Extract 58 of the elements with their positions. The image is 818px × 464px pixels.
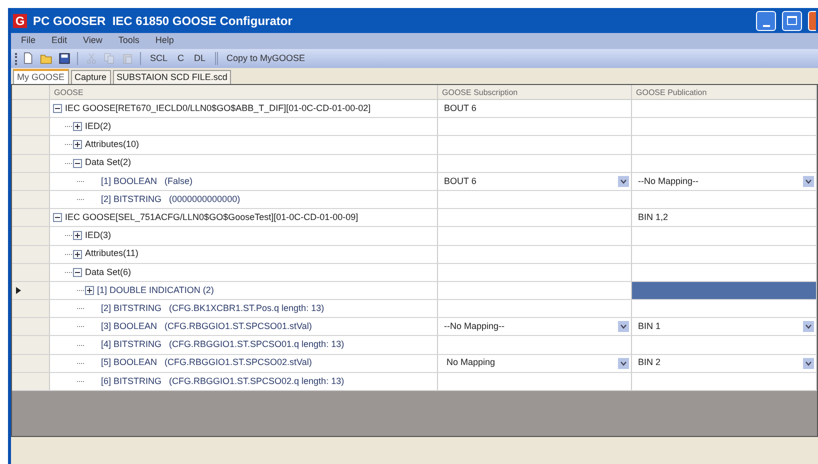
tab[interactable]: SUBSTAION SCD FILE.scd xyxy=(112,70,232,84)
tab[interactable]: My GOOSE xyxy=(13,69,69,84)
minimize-button[interactable] xyxy=(756,10,776,30)
row-header[interactable] xyxy=(12,282,50,300)
save-button[interactable] xyxy=(57,52,71,66)
tab[interactable]: Capture xyxy=(70,70,111,84)
tree-item[interactable]: [6] BITSTRING (CFG.RBGGIO1.ST.SPCSO02.q length: 13) xyxy=(101,374,344,388)
collapse-icon[interactable] xyxy=(73,158,82,168)
expand-icon[interactable] xyxy=(85,286,94,295)
column-header[interactable]: GOOSE xyxy=(50,85,438,100)
copy-button[interactable]: Copy to MyGOOSE xyxy=(224,52,308,66)
dropdown[interactable]: --No Mapping-- xyxy=(438,318,631,336)
dropdown[interactable]: BOUT 6 xyxy=(438,172,631,190)
window-title: PC GOOSER IEC 61850 GOOSE Configurator xyxy=(33,12,292,30)
expand-icon[interactable] xyxy=(73,231,82,240)
menu-item[interactable]: File xyxy=(21,34,36,48)
tree-item[interactable]: [4] BITSTRING (CFG.RBGGIO1.ST.SPCSO01.q length: 13) xyxy=(101,338,344,352)
tree-item[interactable]: IED(2) xyxy=(85,120,112,134)
tree-item[interactable]: Data Set(6) xyxy=(85,266,132,280)
collapse-icon[interactable] xyxy=(53,213,62,222)
tree-item[interactable]: [1] DOUBLE INDICATION (2) xyxy=(97,284,214,298)
expand-icon[interactable] xyxy=(73,140,82,150)
tree-item[interactable]: IEC GOOSE[SEL_751ACFG/LLN0$GO$GooseTest][01-0C-CD-01-00-09] xyxy=(65,210,358,224)
tree-item[interactable]: Data Set(2) xyxy=(85,156,132,170)
close-button[interactable] xyxy=(808,10,816,30)
new-file-button[interactable] xyxy=(21,52,35,66)
menu-item[interactable]: Edit xyxy=(52,34,68,48)
column-header[interactable]: GOOSE Subscription xyxy=(438,85,632,100)
column-header[interactable]: GOOSE Publication xyxy=(632,85,817,100)
menu-item[interactable]: Help xyxy=(155,34,174,48)
app-logo-icon: G xyxy=(13,14,27,28)
dropdown[interactable]: No Mapping xyxy=(438,354,631,372)
table-cell-text: BOUT 6 xyxy=(443,102,478,115)
toolbar-button[interactable]: C xyxy=(174,52,188,66)
toolbar-button[interactable]: SCL xyxy=(147,52,171,66)
row-pointer-icon xyxy=(16,286,21,294)
dropdown[interactable]: --No Mapping-- xyxy=(632,172,816,190)
menu-item[interactable]: View xyxy=(83,34,102,48)
collapse-icon[interactable] xyxy=(73,268,82,277)
tree-item[interactable]: [5] BOOLEAN (CFG.RBGGIO1.ST.SPCSO02.stVal) xyxy=(101,356,312,370)
dropdown[interactable]: BIN 2 xyxy=(632,354,816,372)
tree-item[interactable]: Attributes(11) xyxy=(85,247,138,261)
tree-item[interactable]: [1] BOOLEAN (False) xyxy=(101,174,193,188)
toolbar-button[interactable]: DL xyxy=(191,52,209,66)
expand-icon[interactable] xyxy=(73,250,82,259)
tree-item[interactable]: IED(3) xyxy=(85,229,112,243)
selected-cell[interactable] xyxy=(632,282,816,300)
tree-item[interactable]: [3] BOOLEAN (CFG.RBGGIO1.ST.SPCSO01.stVal) xyxy=(101,320,312,334)
tree-item[interactable]: [2] BITSTRING (0000000000000) xyxy=(101,192,240,206)
menu-item[interactable]: Tools xyxy=(118,34,140,48)
table-cell-text: BIN 1,2 xyxy=(637,210,670,224)
tree-item[interactable]: IEC GOOSE[RET670_IECLD0/LLN0$GO$ABB_T_DIF][01-0C-CD-01-00-02] xyxy=(65,102,371,116)
tree-item[interactable]: [2] BITSTRING (CFG.BK1XCBR1.ST.Pos.q length: 13) xyxy=(101,302,324,316)
expand-icon[interactable] xyxy=(73,122,82,132)
tree-item[interactable]: Attributes(10) xyxy=(85,138,140,152)
collapse-icon[interactable] xyxy=(53,104,62,114)
dropdown[interactable]: BIN 1 xyxy=(632,318,816,336)
maximize-button[interactable] xyxy=(782,10,802,30)
